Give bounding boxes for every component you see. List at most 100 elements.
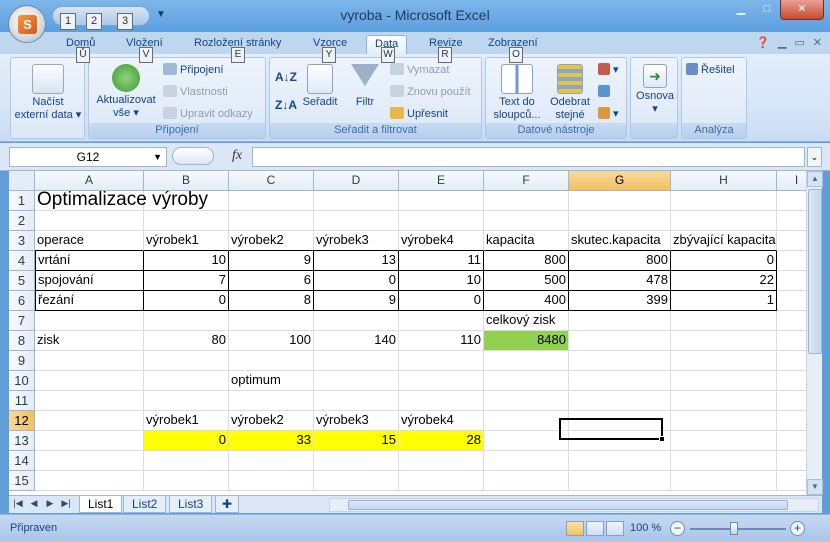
cell-g1[interactable] <box>569 191 671 211</box>
cell-c2[interactable] <box>229 211 314 231</box>
cell-f1[interactable] <box>484 191 569 211</box>
cell-b3[interactable]: výrobek1 <box>144 231 229 251</box>
cell-e13[interactable]: 28 <box>399 431 484 451</box>
column-header-f[interactable]: F <box>484 171 569 191</box>
row-header-7[interactable]: 7 <box>9 311 35 331</box>
horizontal-scroll-thumb[interactable] <box>348 500 788 510</box>
cell-a11[interactable] <box>35 391 144 411</box>
row-header-4[interactable]: 4 <box>9 251 35 271</box>
cell-a9[interactable] <box>35 351 144 371</box>
vlastnosti-button[interactable]: Vlastnosti <box>163 83 228 101</box>
last-sheet-icon[interactable]: ▶| <box>59 498 73 509</box>
zoom-out-button[interactable]: − <box>670 521 685 536</box>
cell-i2[interactable] <box>777 211 806 231</box>
cell-e5[interactable]: 10 <box>399 271 484 291</box>
column-header-d[interactable]: D <box>314 171 399 191</box>
cell-e9[interactable] <box>399 351 484 371</box>
filtr-button[interactable]: Filtr <box>346 64 384 109</box>
row-header-8[interactable]: 8 <box>9 331 35 351</box>
name-box-dropdown-icon[interactable]: ▼ <box>153 148 162 166</box>
odebrat-stejne-button[interactable]: Odebrat stejné <box>546 64 594 122</box>
cell-d12[interactable]: výrobek3 <box>314 411 399 431</box>
cell-i5[interactable] <box>777 271 806 291</box>
column-header-h[interactable]: H <box>671 171 777 191</box>
cell-c10[interactable]: optimum <box>229 371 314 391</box>
horizontal-scrollbar[interactable] <box>329 498 819 512</box>
cell-b4[interactable]: 10 <box>144 251 229 271</box>
cell-i4[interactable] <box>777 251 806 271</box>
zoom-in-button[interactable]: + <box>790 521 805 536</box>
row-header-3[interactable]: 3 <box>9 231 35 251</box>
seradit-button[interactable]: Seřadit <box>299 64 341 109</box>
next-sheet-icon[interactable]: ▶ <box>43 498 57 509</box>
cell-f10[interactable] <box>484 371 569 391</box>
cell-h13[interactable] <box>671 431 777 451</box>
cell-i6[interactable] <box>777 291 806 311</box>
cell-h14[interactable] <box>671 451 777 471</box>
row-header-12[interactable]: 12 <box>9 411 35 431</box>
text-do-sloupcu-button[interactable]: Text do sloupců... <box>490 64 544 122</box>
cell-d15[interactable] <box>314 471 399 491</box>
cell-a4[interactable]: vrtání <box>35 251 144 271</box>
sort-az-icon[interactable]: A↓Z <box>275 68 297 86</box>
cell-g7[interactable] <box>569 311 671 331</box>
cell-e15[interactable] <box>399 471 484 491</box>
sort-za-icon[interactable]: Z↓A <box>275 96 297 114</box>
cell-a14[interactable] <box>35 451 144 471</box>
ribbon-restore-icon[interactable]: ▭ <box>794 36 804 49</box>
cell-d1[interactable] <box>314 191 399 211</box>
close-button[interactable]: ✕ <box>780 0 824 20</box>
cell-e11[interactable] <box>399 391 484 411</box>
cell-i8[interactable] <box>777 331 806 351</box>
cell-a1[interactable]: Optimalizace výroby <box>35 190 208 211</box>
cell-h4[interactable]: 0 <box>671 251 777 271</box>
cell-h9[interactable] <box>671 351 777 371</box>
cell-c12[interactable]: výrobek2 <box>229 411 314 431</box>
column-header-c[interactable]: C <box>229 171 314 191</box>
cell-a8[interactable]: zisk <box>35 331 144 351</box>
sheet-tab-list2[interactable]: List2 <box>123 496 167 513</box>
cell-a5[interactable]: spojování <box>35 271 144 291</box>
ribbon-close-icon[interactable]: ✕ <box>813 36 822 49</box>
cell-h8[interactable] <box>671 331 777 351</box>
cell-b15[interactable] <box>144 471 229 491</box>
resitel-button[interactable]: Řešitel <box>686 61 735 79</box>
cell-i11[interactable] <box>777 391 806 411</box>
column-header-b[interactable]: B <box>144 171 229 191</box>
cell-d7[interactable] <box>314 311 399 331</box>
cell-d8[interactable]: 140 <box>314 331 399 351</box>
column-header-a[interactable]: A <box>35 171 144 191</box>
cell-c15[interactable] <box>229 471 314 491</box>
formula-expand-icon[interactable]: ⌄ <box>807 147 822 167</box>
cell-i1[interactable] <box>777 191 806 211</box>
sheet-tab-list3[interactable]: List3 <box>169 496 213 513</box>
cell-c11[interactable] <box>229 391 314 411</box>
cell-b6[interactable]: 0 <box>144 291 229 311</box>
cell-i3[interactable] <box>777 231 806 251</box>
cell-i12[interactable] <box>777 411 806 431</box>
row-header-1[interactable]: 1 <box>9 191 35 211</box>
row-header-2[interactable]: 2 <box>9 211 35 231</box>
cell-b8[interactable]: 80 <box>144 331 229 351</box>
formula-cancel-enter-buttons[interactable] <box>172 147 214 165</box>
cell-g13[interactable] <box>569 431 671 451</box>
nacist-externi-data-button[interactable]: Načíst externí data ▾ <box>13 64 83 122</box>
cell-f14[interactable] <box>484 451 569 471</box>
cell-h6[interactable]: 1 <box>671 291 777 311</box>
zoom-slider-thumb[interactable] <box>730 522 738 535</box>
cell-g6[interactable]: 399 <box>569 291 671 311</box>
cell-g8[interactable] <box>569 331 671 351</box>
prev-sheet-icon[interactable]: ◀ <box>27 498 41 509</box>
cell-g2[interactable] <box>569 211 671 231</box>
row-header-14[interactable]: 14 <box>9 451 35 471</box>
cell-h5[interactable]: 22 <box>671 271 777 291</box>
cell-g3[interactable]: skutec.kapacita <box>569 231 671 251</box>
cell-a12[interactable] <box>35 411 144 431</box>
cell-d6[interactable]: 9 <box>314 291 399 311</box>
first-sheet-icon[interactable]: |◀ <box>11 498 25 509</box>
data-validation-icon[interactable]: ▾ <box>598 61 619 79</box>
row-header-6[interactable]: 6 <box>9 291 35 311</box>
cell-h1[interactable] <box>671 191 777 211</box>
cell-g12[interactable] <box>569 411 671 431</box>
cell-a3[interactable]: operace <box>35 231 144 251</box>
